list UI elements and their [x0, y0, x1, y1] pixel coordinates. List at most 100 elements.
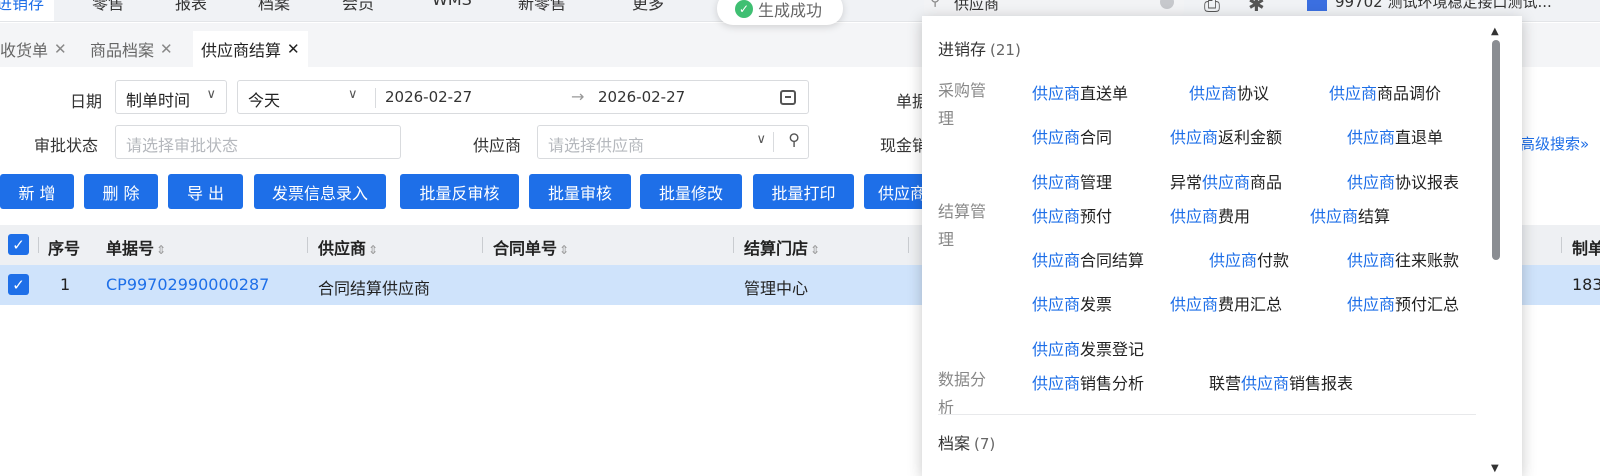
menu-item-supplier-price-adjust[interactable]: 供应商商品调价: [1329, 80, 1441, 104]
scroll-down-icon[interactable]: ▼: [1491, 463, 1499, 474]
date-type-select[interactable]: 制单时间 ∨: [115, 80, 227, 114]
close-icon[interactable]: ✕: [287, 40, 300, 58]
sort-icon[interactable]: ⇕: [156, 243, 166, 257]
sort-icon[interactable]: ⇕: [559, 243, 569, 257]
highlight: 供应商: [1032, 207, 1081, 226]
export-button[interactable]: 导 出: [168, 174, 243, 209]
divider: [375, 88, 376, 108]
menu-item-text: 管理: [1080, 173, 1113, 192]
menu-item-supplier-settlement[interactable]: 供应商结算: [1310, 203, 1390, 227]
delete-button[interactable]: 删 除: [84, 174, 158, 209]
menu-item-supplier-contract-settlement[interactable]: 供应商合同结算: [1032, 247, 1144, 271]
date-to[interactable]: 2026-02-27: [598, 88, 685, 106]
advanced-search-link[interactable]: 高级搜索»: [1520, 133, 1589, 154]
clear-icon[interactable]: [1160, 0, 1174, 9]
highlight: 供应商: [1032, 173, 1081, 192]
menu-item-supplier-prepay[interactable]: 供应商预付: [1032, 203, 1112, 227]
menu-item-supplier-fee[interactable]: 供应商费用: [1170, 203, 1250, 227]
highlight: 供应商: [1032, 84, 1081, 103]
nav-item-more[interactable]: 更多: [632, 0, 664, 14]
row-checkbox[interactable]: ✓: [8, 274, 29, 295]
select-all-checkbox[interactable]: ✓: [8, 234, 29, 255]
col-supplier[interactable]: 供应商 ⇕: [318, 235, 378, 259]
sort-icon[interactable]: ⇕: [810, 243, 820, 257]
batch-print-button[interactable]: 批量打印: [753, 174, 854, 209]
nav-item-member[interactable]: 会员: [342, 0, 374, 14]
menu-item-supplier-return[interactable]: 供应商直退单: [1347, 124, 1443, 148]
menu-item-supplier-accounts[interactable]: 供应商往来账款: [1347, 247, 1459, 271]
batch-approve-button[interactable]: 批量审核: [529, 174, 631, 209]
close-icon[interactable]: ✕: [160, 40, 173, 58]
date-from[interactable]: 2026-02-27: [385, 88, 472, 106]
column-separator[interactable]: [307, 237, 308, 253]
scroll-up-icon[interactable]: ▲: [1491, 26, 1499, 37]
menu-item-supplier-invoice[interactable]: 供应商发票: [1032, 291, 1112, 315]
scroll-thumb[interactable]: [1492, 40, 1500, 260]
date-range-picker[interactable]: 今天 ∨ 2026-02-27 → 2026-02-27: [237, 80, 809, 114]
menu-item-joint-supplier-sales-report[interactable]: 联营供应商销售报表: [1209, 370, 1353, 394]
cell-doc-no[interactable]: CP99702990000287: [106, 275, 269, 294]
check-icon: ✓: [735, 0, 753, 18]
menu-item-supplier-payment[interactable]: 供应商付款: [1209, 247, 1289, 271]
add-button[interactable]: 新 增: [0, 174, 74, 209]
menu-item-supplier-invoice-register[interactable]: 供应商发票登记: [1032, 336, 1144, 360]
user-text: 99702 测试环境稳定接口测试...: [1335, 0, 1552, 11]
group-purchase: 采购管理: [938, 81, 987, 128]
nav-item-new-retail[interactable]: 新零售: [518, 0, 566, 14]
nav-item-retail[interactable]: 零售: [92, 0, 124, 14]
column-separator[interactable]: [908, 237, 909, 253]
section-count: (7): [974, 435, 996, 453]
menu-item-supplier-sales-analysis[interactable]: 供应商销售分析: [1032, 370, 1144, 394]
tab-receiving[interactable]: 收货单 ✕: [0, 31, 75, 67]
column-separator[interactable]: [1561, 237, 1562, 253]
menu-item-supplier-contract[interactable]: 供应商合同: [1032, 124, 1112, 148]
print-icon[interactable]: ⎙: [1204, 0, 1220, 16]
nav-item-archive[interactable]: 档案: [258, 0, 290, 14]
success-toast: ✓ 生成成功: [717, 0, 843, 25]
tab-product-archive[interactable]: 商品档案 ✕: [82, 31, 181, 67]
menu-item-text: 合同结算: [1080, 251, 1145, 270]
menu-item-text: 合同: [1080, 128, 1113, 147]
menu-search-value: 供应商: [954, 0, 1000, 13]
batch-edit-button[interactable]: 批量修改: [640, 174, 742, 209]
menu-item-text: 预付汇总: [1395, 295, 1460, 314]
menu-item-abnormal-supplier-goods[interactable]: 异常供应商商品: [1170, 169, 1282, 193]
col-store[interactable]: 结算门店 ⇕: [744, 235, 820, 259]
menu-item-supplier-prepay-summary[interactable]: 供应商预付汇总: [1347, 291, 1459, 315]
menu-item-supplier-management[interactable]: 供应商管理: [1032, 169, 1112, 193]
date-label: 日期: [70, 92, 103, 111]
nav-item-wms[interactable]: WMS: [432, 0, 472, 9]
search-icon[interactable]: ⚲: [788, 130, 800, 149]
supplier-placeholder: 请选择供应商: [548, 136, 645, 155]
menu-item-text: 异常: [1170, 173, 1203, 192]
nav-item-reports[interactable]: 报表: [175, 0, 207, 14]
calendar-icon[interactable]: [780, 90, 796, 105]
supplier-select[interactable]: 请选择供应商 ∨ ⚲: [537, 125, 809, 159]
chevron-down-icon: ∨: [348, 87, 358, 102]
menu-item-supplier-direct[interactable]: 供应商直送单: [1032, 80, 1128, 104]
column-separator[interactable]: [733, 237, 734, 253]
period-value[interactable]: 今天: [248, 87, 280, 111]
tab-supplier-settlement[interactable]: 供应商结算 ✕: [193, 31, 308, 67]
col-supplier-label: 供应商: [318, 239, 367, 258]
sort-icon[interactable]: ⇕: [368, 243, 378, 257]
tab-label: 收货单: [0, 41, 49, 60]
menu-item-supplier-agreement[interactable]: 供应商协议: [1189, 80, 1269, 104]
dropdown-scrollbar[interactable]: ▲ ▼: [1490, 26, 1502, 474]
menu-search-input[interactable]: ⚲ 供应商: [924, 0, 1184, 16]
nav-item-jxc[interactable]: 进销存: [0, 0, 55, 21]
menu-item-supplier-agreement-report[interactable]: 供应商协议报表: [1347, 169, 1459, 193]
pin-icon[interactable]: ✱: [1248, 0, 1265, 16]
col-contract-no[interactable]: 合同单号 ⇕: [493, 235, 569, 259]
section-title-archive: 档案 (7): [938, 430, 995, 454]
user-info[interactable]: 99702 测试环境稳定接口测试...: [1307, 0, 1552, 12]
close-icon[interactable]: ✕: [54, 40, 67, 58]
col-doc-no[interactable]: 单据号 ⇕: [106, 235, 166, 259]
invoice-entry-button[interactable]: 发票信息录入: [254, 174, 386, 209]
menu-item-supplier-fee-summary[interactable]: 供应商费用汇总: [1170, 291, 1282, 315]
approval-select[interactable]: 请选择审批状态: [115, 125, 401, 159]
chevron-down-icon: ∨: [756, 132, 766, 147]
column-separator[interactable]: [482, 237, 483, 253]
batch-unapprove-button[interactable]: 批量反审核: [400, 174, 519, 209]
menu-item-supplier-rebate[interactable]: 供应商返利金额: [1170, 124, 1282, 148]
